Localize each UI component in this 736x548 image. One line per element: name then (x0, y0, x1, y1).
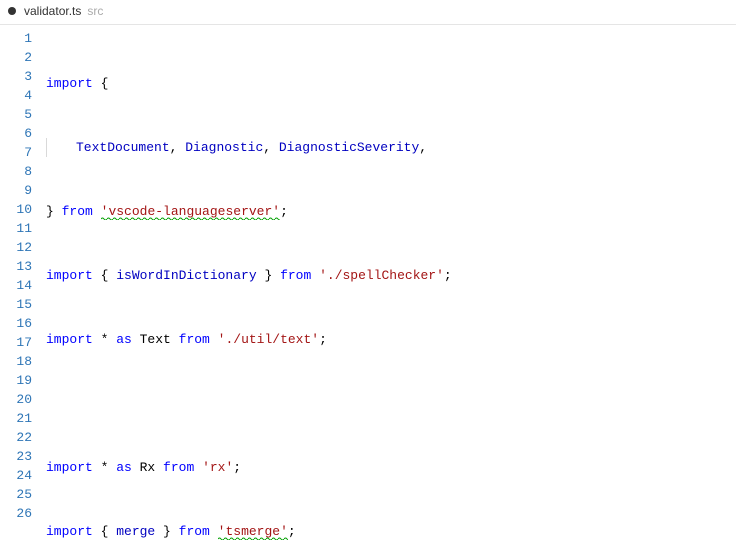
code-text: ; (319, 332, 327, 347)
line-number: 24 (6, 466, 32, 485)
line-number: 12 (6, 238, 32, 257)
keyword-from: from (62, 204, 93, 219)
code-area[interactable]: import { TextDocument, Diagnostic, Diagn… (42, 25, 736, 548)
code-text: { (93, 268, 116, 283)
line-number: 2 (6, 48, 32, 67)
editor-pane[interactable]: 1 2 3 4 5 6 7 8 9 10 11 12 13 14 15 16 1… (0, 25, 736, 548)
line-number: 7 (6, 143, 32, 162)
line-number: 16 (6, 314, 32, 333)
code-line[interactable]: import * as Text from './util/text'; (46, 330, 736, 349)
line-number: 26 (6, 504, 32, 523)
code-text: } (155, 524, 178, 539)
code-text: ; (280, 204, 288, 219)
code-text: ; (288, 524, 296, 539)
code-text: } (257, 268, 280, 283)
line-number: 13 (6, 257, 32, 276)
keyword-as: as (116, 460, 132, 475)
tab-filename[interactable]: validator.ts (24, 4, 81, 18)
code-text: * (93, 460, 116, 475)
keyword-import: import (46, 524, 93, 539)
line-number: 6 (6, 124, 32, 143)
line-number: 11 (6, 219, 32, 238)
code-line[interactable]: TextDocument, Diagnostic, DiagnosticSeve… (46, 138, 736, 157)
line-number: 8 (6, 162, 32, 181)
code-text: { (93, 76, 109, 91)
keyword-import: import (46, 268, 93, 283)
line-number: 17 (6, 333, 32, 352)
keyword-from: from (280, 268, 311, 283)
identifier: Diagnostic (185, 140, 263, 155)
keyword-from: from (163, 460, 194, 475)
code-text: ; (233, 460, 241, 475)
keyword-import: import (46, 76, 93, 91)
string-literal: 'rx' (202, 460, 233, 475)
line-number-gutter: 1 2 3 4 5 6 7 8 9 10 11 12 13 14 15 16 1… (0, 25, 42, 548)
line-number: 10 (6, 200, 32, 219)
code-line[interactable]: import { isWordInDictionary } from './sp… (46, 266, 736, 285)
line-number: 14 (6, 276, 32, 295)
identifier: DiagnosticSeverity (279, 140, 419, 155)
code-line[interactable]: import { merge } from 'tsmerge'; (46, 522, 736, 541)
code-text (311, 268, 319, 283)
code-text: Rx (132, 460, 163, 475)
code-text: { (93, 524, 116, 539)
line-number: 21 (6, 409, 32, 428)
tab-modified-indicator-icon (8, 7, 16, 15)
line-number: 3 (6, 67, 32, 86)
code-text (194, 460, 202, 475)
code-text: ; (444, 268, 452, 283)
string-literal: 'tsmerge' (218, 524, 288, 540)
line-number: 15 (6, 295, 32, 314)
code-line[interactable]: import { (46, 74, 736, 93)
line-number: 1 (6, 29, 32, 48)
identifier: TextDocument (76, 140, 170, 155)
code-line[interactable]: import * as Rx from 'rx'; (46, 458, 736, 477)
code-text: } (46, 204, 62, 219)
identifier: merge (116, 524, 155, 539)
identifier: isWordInDictionary (116, 268, 256, 283)
line-number: 18 (6, 352, 32, 371)
code-text: , (263, 140, 279, 155)
keyword-from: from (179, 524, 210, 539)
keyword-as: as (116, 332, 132, 347)
code-line[interactable]: } from 'vscode-languageserver'; (46, 202, 736, 221)
string-literal: 'vscode-languageserver' (101, 204, 280, 220)
editor-tab-bar: validator.ts src (0, 0, 736, 25)
line-number: 25 (6, 485, 32, 504)
keyword-import: import (46, 460, 93, 475)
line-number: 22 (6, 428, 32, 447)
code-text: , (170, 140, 186, 155)
code-text: Text (132, 332, 179, 347)
indent-guide-icon (46, 138, 47, 157)
code-text (210, 332, 218, 347)
tab-directory: src (87, 4, 103, 18)
line-number: 23 (6, 447, 32, 466)
line-number: 4 (6, 86, 32, 105)
string-literal: './spellChecker' (319, 268, 444, 283)
keyword-import: import (46, 332, 93, 347)
string-literal: './util/text' (218, 332, 319, 347)
code-line[interactable] (46, 394, 736, 413)
line-number: 19 (6, 371, 32, 390)
keyword-from: from (179, 332, 210, 347)
code-text (93, 204, 101, 219)
code-text: , (419, 140, 427, 155)
line-number: 9 (6, 181, 32, 200)
code-text (210, 524, 218, 539)
line-number: 5 (6, 105, 32, 124)
code-text: * (93, 332, 116, 347)
line-number: 20 (6, 390, 32, 409)
